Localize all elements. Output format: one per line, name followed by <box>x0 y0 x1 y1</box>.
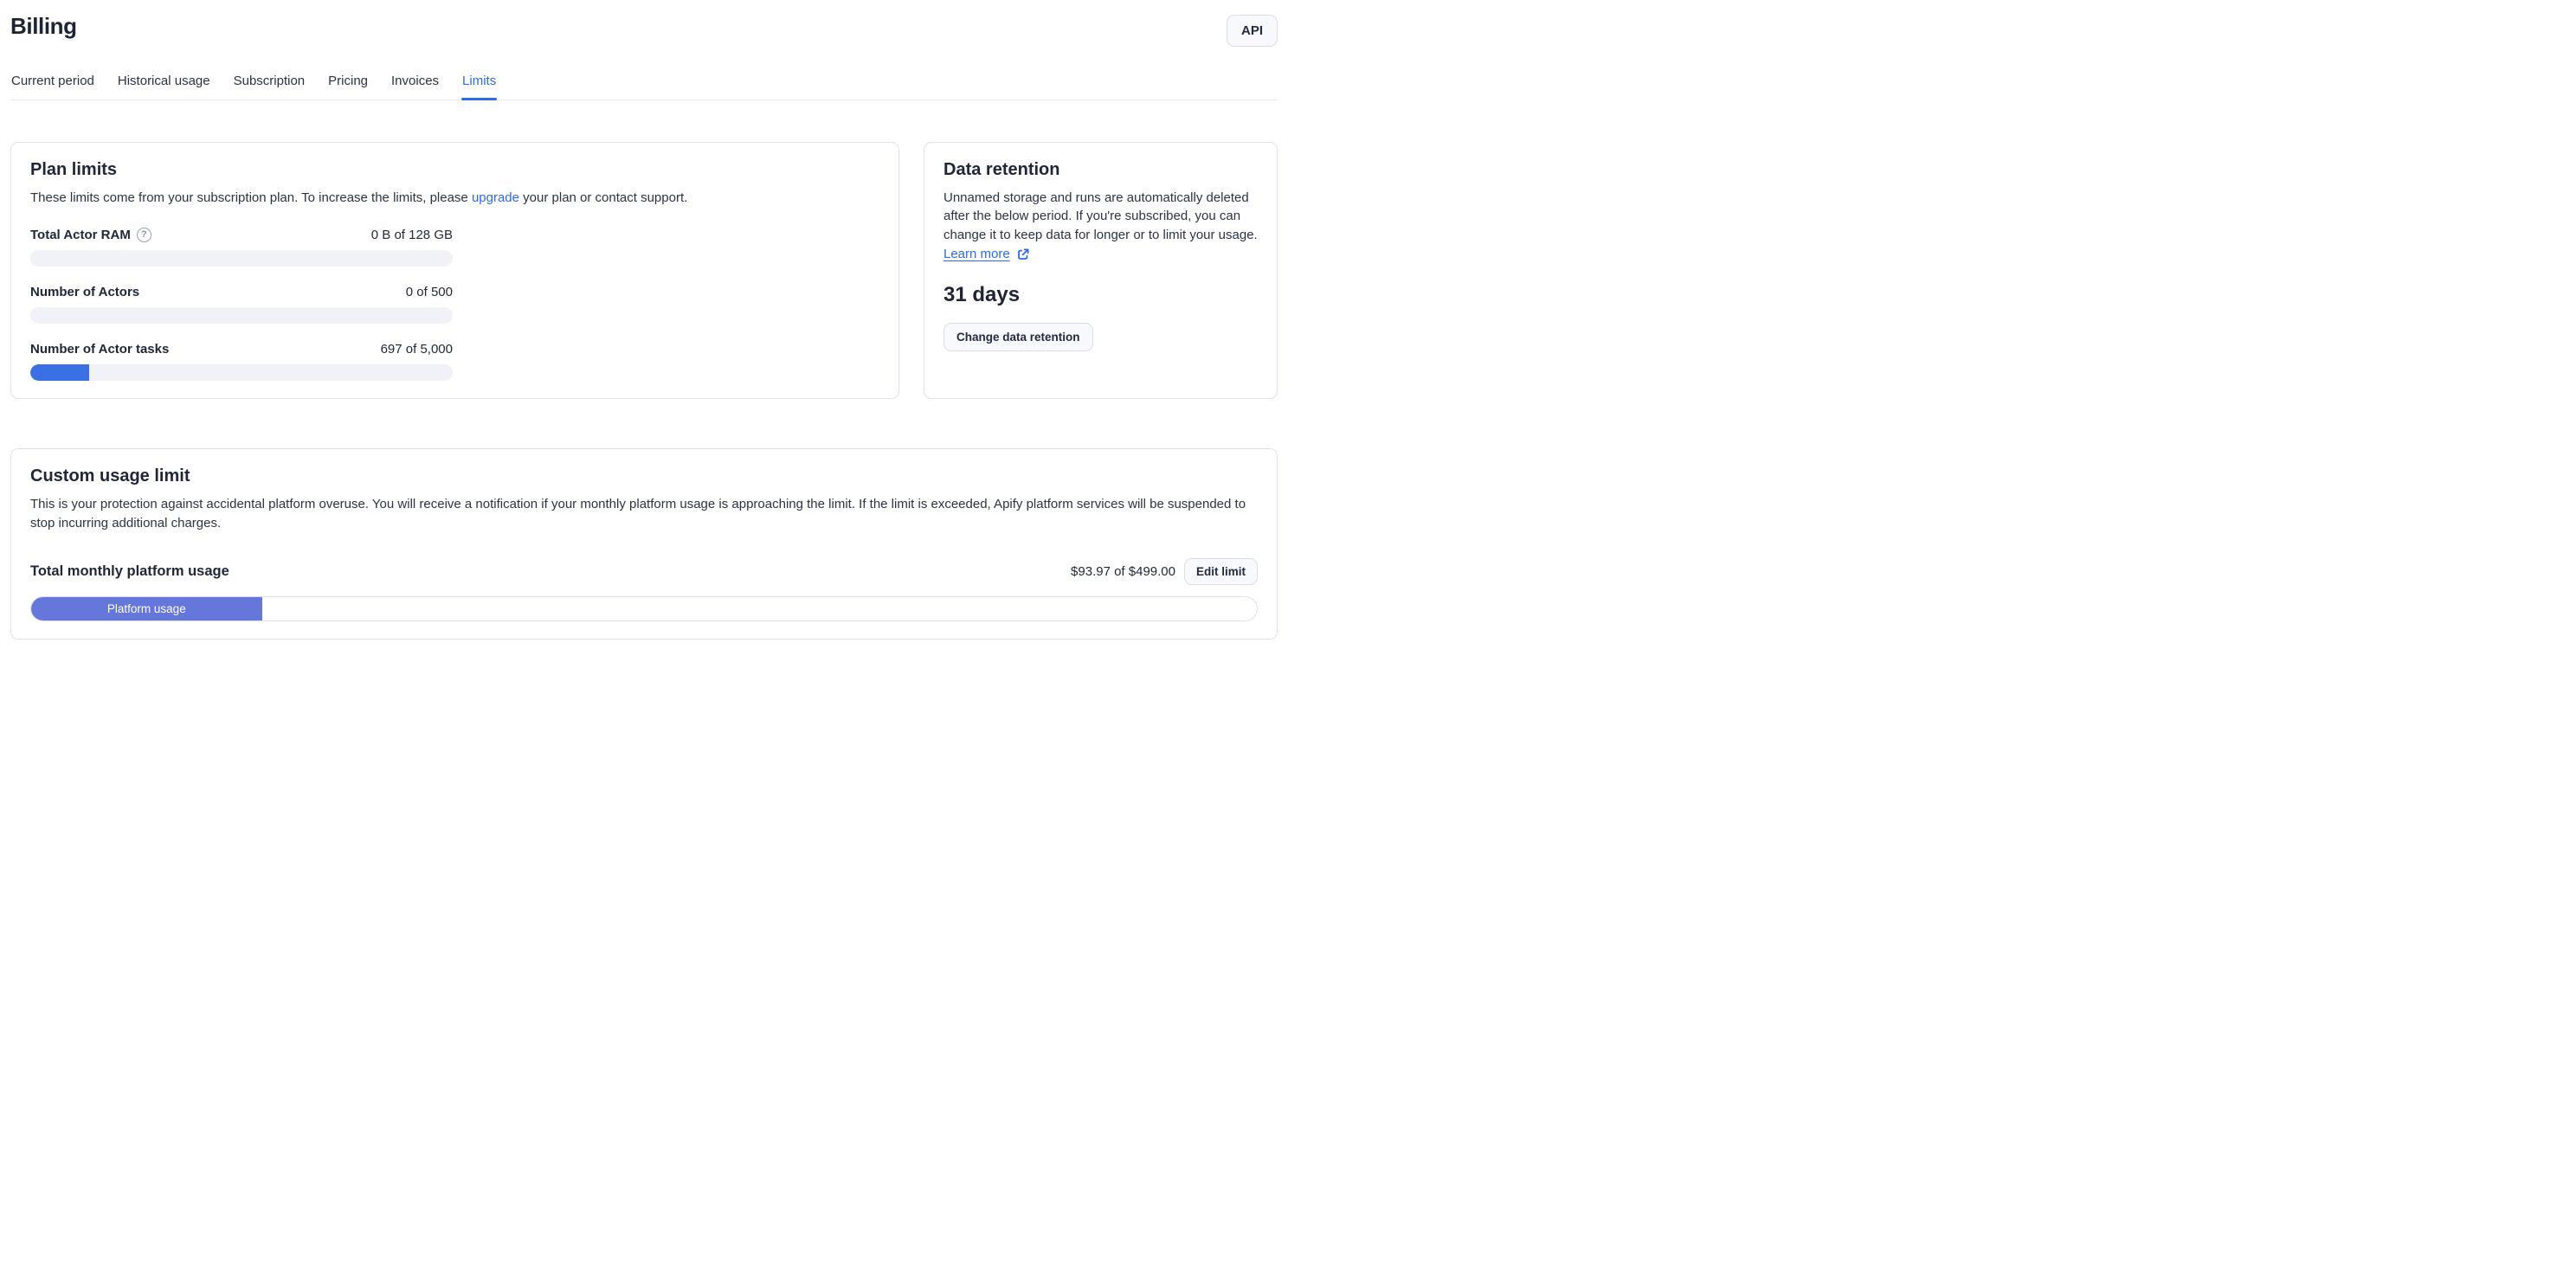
tasks-progress-track <box>30 364 453 381</box>
edit-limit-button[interactable]: Edit limit <box>1184 558 1258 585</box>
page-title: Billing <box>10 13 77 40</box>
tab-subscription[interactable]: Subscription <box>233 68 306 100</box>
tasks-progress-fill <box>30 364 89 381</box>
question-mark-circle-icon[interactable]: ? <box>137 228 151 242</box>
custom-usage-description: This is your protection against accident… <box>30 495 1258 532</box>
usage-label: Total monthly platform usage <box>30 563 229 580</box>
plan-limits-description: These limits come from your subscription… <box>30 189 879 207</box>
limit-label: Total Actor RAM <box>30 228 131 242</box>
change-data-retention-button[interactable]: Change data retention <box>943 323 1093 351</box>
top-cards-row: Plan limits These limits come from your … <box>10 142 1278 399</box>
limit-value: 0 of 500 <box>406 285 453 299</box>
data-retention-title: Data retention <box>943 160 1258 180</box>
tab-pricing[interactable]: Pricing <box>327 68 369 100</box>
upgrade-link[interactable]: upgrade <box>472 190 519 205</box>
tab-current-period[interactable]: Current period <box>10 68 95 100</box>
limit-row-number-of-actors: Number of Actors 0 of 500 <box>30 285 453 324</box>
custom-usage-limit-card: Custom usage limit This is your protecti… <box>10 448 1278 640</box>
limit-value: 697 of 5,000 <box>381 342 453 357</box>
limit-label: Number of Actors <box>30 285 139 299</box>
page-header: Billing API <box>10 0 1278 47</box>
tab-limits[interactable]: Limits <box>461 68 497 100</box>
api-button[interactable]: API <box>1227 15 1278 47</box>
retention-period: 31 days <box>943 283 1258 307</box>
tab-historical-usage[interactable]: Historical usage <box>117 68 211 100</box>
limit-row-actor-tasks: Number of Actor tasks 697 of 5,000 <box>30 342 453 381</box>
platform-usage-bar-label: Platform usage <box>107 602 186 615</box>
usage-value: $93.97 of $499.00 <box>1071 564 1175 579</box>
actors-progress-track <box>30 307 453 324</box>
data-retention-description: Unnamed storage and runs are automatical… <box>943 189 1258 244</box>
ram-progress-track <box>30 250 453 267</box>
limit-value: 0 B of 128 GB <box>371 228 453 242</box>
billing-tabs: Current period Historical usage Subscrip… <box>10 68 1278 100</box>
learn-more-link[interactable]: Learn more <box>943 247 1030 261</box>
custom-usage-title: Custom usage limit <box>30 466 1258 486</box>
plan-limits-title: Plan limits <box>30 160 879 180</box>
data-retention-card: Data retention Unnamed storage and runs … <box>924 142 1278 399</box>
plan-limits-card: Plan limits These limits come from your … <box>10 142 899 399</box>
limit-label: Number of Actor tasks <box>30 342 169 357</box>
platform-usage-fill: Platform usage <box>31 597 262 620</box>
usage-summary-row: Total monthly platform usage $93.97 of $… <box>30 558 1258 585</box>
tab-invoices[interactable]: Invoices <box>390 68 440 100</box>
plan-limit-rows: Total Actor RAM ? 0 B of 128 GB Number o… <box>30 228 453 381</box>
platform-usage-track: Platform usage <box>30 596 1258 621</box>
external-link-icon <box>1016 248 1030 261</box>
billing-page: Billing API Current period Historical us… <box>0 0 1288 640</box>
limit-row-total-actor-ram: Total Actor RAM ? 0 B of 128 GB <box>30 228 453 267</box>
